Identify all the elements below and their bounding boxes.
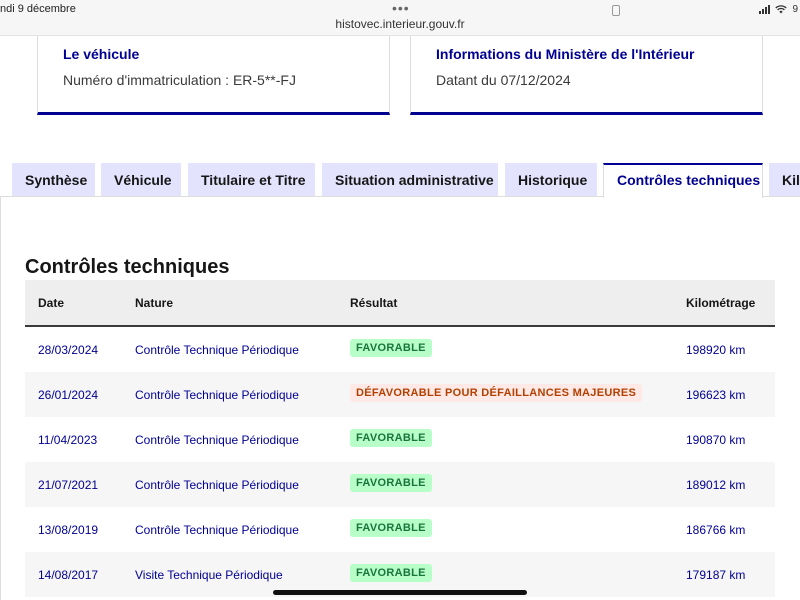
column-header-date[interactable]: Date bbox=[38, 296, 64, 310]
cell-mileage: 198920 km bbox=[686, 343, 746, 357]
table-row: 26/01/2024 Contrôle Technique Périodique… bbox=[25, 372, 775, 417]
battery-level: 9 bbox=[792, 4, 798, 15]
tab-controles-techniques[interactable]: Contrôles techniques bbox=[603, 163, 763, 198]
result-badge: FAVORABLE bbox=[350, 429, 432, 447]
ministry-card-title: Informations du Ministère de l'Intérieur bbox=[436, 46, 695, 62]
tab-historique[interactable]: Historique bbox=[505, 163, 597, 196]
tab-synthese[interactable]: Synthèse bbox=[12, 163, 95, 196]
browser-status-bar: ndi 9 décembre ••• histovec.interieur.go… bbox=[0, 0, 800, 36]
column-header-result[interactable]: Résultat bbox=[350, 296, 397, 310]
more-dots-icon[interactable]: ••• bbox=[392, 0, 410, 16]
vehicle-card-title: Le véhicule bbox=[63, 46, 140, 62]
vehicle-card: Le véhicule Numéro d'immatriculation : E… bbox=[37, 36, 390, 115]
cell-mileage: 189012 km bbox=[686, 478, 746, 492]
cell-nature: Contrôle Technique Périodique bbox=[135, 343, 299, 357]
cell-mileage: 196623 km bbox=[686, 388, 746, 402]
status-icons: 9 bbox=[759, 4, 798, 15]
result-badge: FAVORABLE bbox=[350, 474, 432, 492]
tab-bar: Synthèse Véhicule Titulaire et Titre Sit… bbox=[0, 163, 800, 198]
cell-nature: Contrôle Technique Périodique bbox=[135, 388, 299, 402]
tab-situation-administrative[interactable]: Situation administrative bbox=[322, 163, 498, 196]
cell-mileage: 179187 km bbox=[686, 568, 746, 582]
table-row: 13/08/2019 Contrôle Technique Périodique… bbox=[25, 507, 775, 552]
table-row: 28/03/2024 Contrôle Technique Périodique… bbox=[25, 327, 775, 372]
cell-nature: Contrôle Technique Périodique bbox=[135, 523, 299, 537]
result-badge: FAVORABLE bbox=[350, 564, 432, 582]
table-row: 21/07/2021 Contrôle Technique Périodique… bbox=[25, 462, 775, 507]
column-header-mileage[interactable]: Kilométrage bbox=[686, 296, 755, 310]
home-indicator[interactable] bbox=[273, 590, 527, 595]
result-badge: DÉFAVORABLE POUR DÉFAILLANCES MAJEURES bbox=[350, 384, 643, 402]
column-header-nature[interactable]: Nature bbox=[135, 296, 173, 310]
inspections-table: Date Nature Résultat Kilométrage 28/03/2… bbox=[25, 280, 775, 597]
cell-date: 11/04/2023 bbox=[38, 433, 98, 447]
cell-nature: Visite Technique Périodique bbox=[135, 568, 283, 582]
table-header: Date Nature Résultat Kilométrage bbox=[25, 280, 775, 327]
cellular-signal-icon bbox=[759, 5, 771, 14]
cell-mileage: 190870 km bbox=[686, 433, 746, 447]
cell-nature: Contrôle Technique Périodique bbox=[135, 433, 299, 447]
cell-date: 28/03/2024 bbox=[38, 343, 99, 357]
tab-kilometrage[interactable]: Kil bbox=[769, 163, 800, 196]
tab-titulaire-et-titre[interactable]: Titulaire et Titre bbox=[188, 163, 315, 196]
cell-date: 21/07/2021 bbox=[38, 478, 99, 492]
panel-divider bbox=[0, 197, 1, 600]
cell-date: 13/08/2019 bbox=[38, 523, 99, 537]
cell-date: 26/01/2024 bbox=[38, 388, 99, 402]
result-badge: FAVORABLE bbox=[350, 339, 432, 357]
ministry-info-card: Informations du Ministère de l'Intérieur… bbox=[410, 36, 763, 115]
data-date: Datant du 07/12/2024 bbox=[436, 72, 571, 88]
cell-date: 14/08/2017 bbox=[38, 568, 99, 582]
registration-number: Numéro d'immatriculation : ER-5**-FJ bbox=[63, 72, 296, 88]
page-title: Contrôles techniques bbox=[25, 256, 230, 278]
table-row: 11/04/2023 Contrôle Technique Périodique… bbox=[25, 417, 775, 462]
tablet-icon bbox=[612, 5, 620, 16]
status-date: ndi 9 décembre bbox=[0, 3, 76, 15]
address-bar-url[interactable]: histovec.interieur.gouv.fr bbox=[0, 17, 800, 31]
result-badge: FAVORABLE bbox=[350, 519, 432, 537]
cell-mileage: 186766 km bbox=[686, 523, 746, 537]
cell-nature: Contrôle Technique Périodique bbox=[135, 478, 299, 492]
wifi-icon bbox=[775, 5, 788, 14]
tab-vehicule[interactable]: Véhicule bbox=[101, 163, 181, 196]
